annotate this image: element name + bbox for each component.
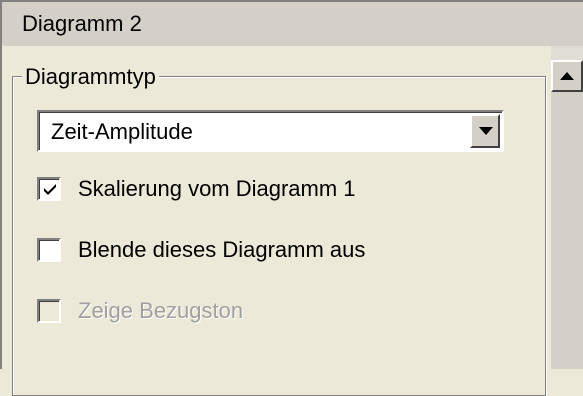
show-reference-tone-checkbox xyxy=(37,299,61,323)
scroll-track[interactable] xyxy=(551,92,583,369)
arrow-up-icon xyxy=(560,72,574,80)
settings-window: Diagramm 2 Diagrammtyp Zeit-Amplitude Sk… xyxy=(0,0,583,396)
groupbox-legend: Diagrammtyp xyxy=(22,64,159,90)
scale-from-diagram-1-checkbox[interactable] xyxy=(37,177,61,201)
vertical-scrollbar[interactable] xyxy=(551,46,583,369)
hide-diagram-checkbox[interactable] xyxy=(37,238,61,262)
checkbox-label: Zeige Bezugston xyxy=(78,298,244,323)
panel-title: Diagramm 2 xyxy=(22,11,142,36)
panel-header: Diagramm 2 xyxy=(0,0,583,46)
dropdown-selected-value: Zeit-Amplitude xyxy=(51,119,193,144)
dropdown-button[interactable] xyxy=(470,114,500,148)
checkbox-label: Skalierung vom Diagramm 1 xyxy=(78,176,356,201)
checkmark-icon xyxy=(44,184,56,195)
scroll-up-button[interactable] xyxy=(551,60,583,92)
checkbox-label: Blende dieses Diagramm aus xyxy=(78,237,366,262)
chevron-down-icon xyxy=(479,127,493,135)
diagram-type-dropdown[interactable]: Zeit-Amplitude xyxy=(37,110,504,152)
